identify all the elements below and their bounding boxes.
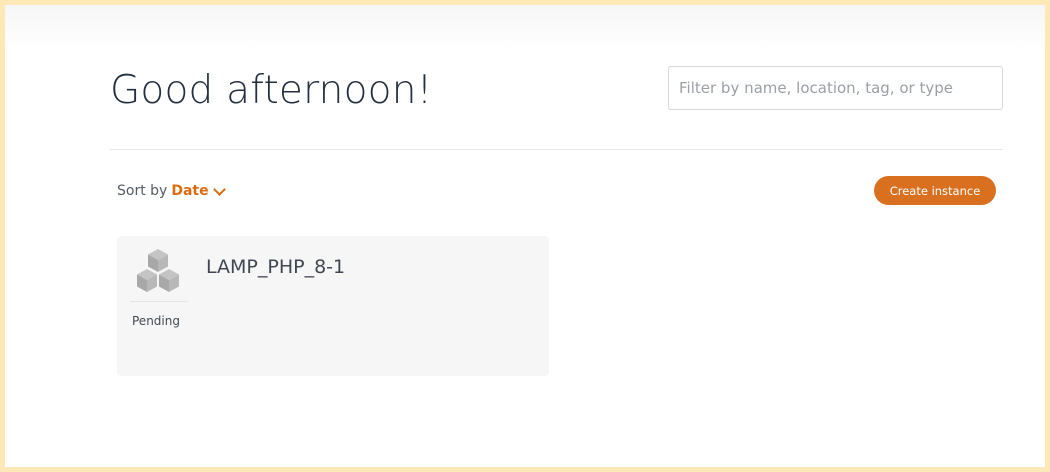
instance-status: Pending	[132, 314, 180, 328]
card-icon-divider	[130, 301, 188, 302]
chevron-down-icon[interactable]	[212, 182, 226, 196]
app-frame: Good afternoon! Sort by Date Create inst…	[0, 0, 1050, 472]
header-divider	[110, 149, 1003, 150]
cube-left	[137, 269, 157, 292]
sort-control: Sort by Date	[117, 182, 226, 199]
create-instance-button[interactable]: Create instance	[874, 176, 996, 205]
sort-value-dropdown[interactable]: Date	[171, 183, 208, 199]
filter-input[interactable]	[668, 66, 1003, 110]
instance-cubes-icon	[137, 249, 179, 292]
sort-label: Sort by	[117, 183, 168, 199]
top-bar-shadow	[5, 5, 1045, 51]
cube-right	[159, 269, 179, 292]
instance-name[interactable]: LAMP_PHP_8-1	[206, 256, 345, 278]
instance-card[interactable]: LAMP_PHP_8-1 Pending	[117, 236, 549, 376]
page-title: Good afternoon!	[110, 68, 433, 113]
cube-top	[148, 249, 168, 272]
